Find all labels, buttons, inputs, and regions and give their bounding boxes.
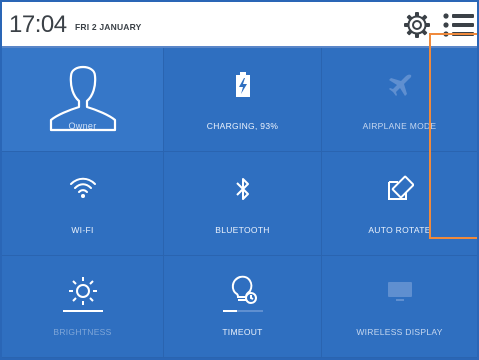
airplane-icon [388, 74, 411, 96]
wireless-display-icon [387, 282, 412, 301]
quick-settings-panel: 17:04 FRI 2 JANUARY Owner CHARGING, 93% … [0, 0, 479, 360]
brightness-icon [62, 277, 103, 312]
tile-timeout[interactable]: TIMEOUT [164, 256, 322, 358]
tile-airplane-mode[interactable]: AIRPLANE MODE [322, 48, 477, 152]
tile-brightness-label: BRIGHTNESS [53, 327, 112, 337]
tile-wifi[interactable]: WI-FI [2, 152, 164, 256]
tile-auto-rotate-label: AUTO ROTATE [368, 225, 431, 235]
tile-wireless-display-label: WIRELESS DISPLAY [356, 327, 443, 337]
quick-tiles-grid: Owner CHARGING, 93% AIRPLANE MODE WI-FI … [2, 48, 477, 358]
status-bar: 17:04 FRI 2 JANUARY [2, 2, 477, 48]
auto-rotate-icon [387, 175, 414, 200]
tile-auto-rotate[interactable]: AUTO ROTATE [322, 152, 477, 256]
tile-owner[interactable]: Owner [2, 48, 164, 152]
battery-charging-icon [235, 72, 250, 97]
tile-wireless-display[interactable]: WIRELESS DISPLAY [322, 256, 477, 358]
wifi-icon [69, 177, 96, 198]
clock-time: 17:04 [9, 11, 67, 38]
tile-timeout-label: TIMEOUT [222, 327, 263, 337]
settings-gear-icon[interactable] [402, 10, 432, 40]
tile-airplane-label: AIRPLANE MODE [362, 121, 437, 131]
tile-bluetooth[interactable]: BLUETOOTH [164, 152, 322, 256]
tile-battery-label: CHARGING, 93% [206, 121, 279, 131]
list-menu-icon[interactable] [442, 11, 476, 39]
tile-wifi-label: WI-FI [71, 225, 94, 235]
timeout-icon [222, 275, 263, 312]
bluetooth-icon [235, 178, 249, 200]
tile-battery[interactable]: CHARGING, 93% [164, 48, 322, 152]
tile-bluetooth-label: BLUETOOTH [215, 225, 270, 235]
clock-date: FRI 2 JANUARY [75, 22, 142, 32]
tile-owner-label: Owner [68, 121, 97, 131]
tile-brightness[interactable]: BRIGHTNESS [2, 256, 164, 358]
